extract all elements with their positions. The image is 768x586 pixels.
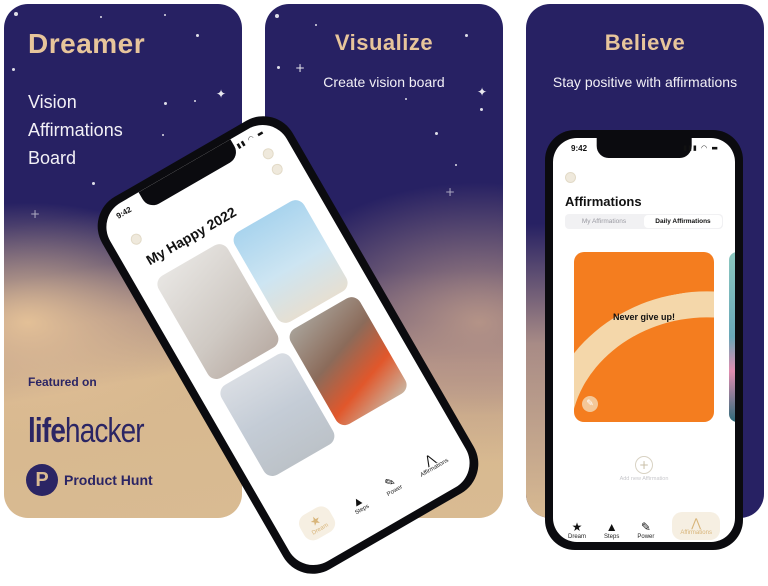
tab-label: Dream	[568, 534, 587, 540]
add-affirmation-label: Add new Affirmation	[619, 476, 669, 482]
segment-my-affirmations[interactable]: My Affirmations	[565, 214, 643, 229]
star	[92, 182, 95, 185]
share-icon[interactable]	[260, 146, 276, 162]
sparkle-icon: +	[445, 185, 456, 199]
featured-on-label: Featured on	[28, 375, 97, 389]
tab-bar: ★ Dream ▲ Steps ✎ Power ⋀ Affirmations	[559, 512, 729, 540]
phone-mockup-affirmations: 9:42 ▮▮▮ ◠ ▬ Affirmations My Affirmation…	[545, 130, 743, 550]
edit-icon[interactable]	[269, 161, 285, 177]
add-affirmation-button[interactable]: +	[635, 456, 653, 474]
star	[164, 14, 166, 16]
tab-dream[interactable]: ★ Dream	[295, 502, 339, 545]
next-affirmation-card[interactable]	[729, 252, 735, 422]
feature-affirmations: Affirmations	[28, 120, 123, 140]
tab-power[interactable]: ✎ Power	[379, 472, 404, 498]
producthunt-logo-icon: P	[26, 464, 58, 496]
segmented-control: My Affirmations Daily Affirmations	[565, 214, 723, 229]
status-time: 9:42	[571, 144, 588, 153]
status-time: 9:42	[114, 204, 134, 221]
star	[14, 12, 18, 16]
affirmations-icon: ⋀	[691, 516, 702, 530]
tab-label: Steps	[604, 534, 620, 540]
affirmation-text: Never give up!	[612, 312, 676, 322]
tab-steps[interactable]: ▲ Steps	[604, 520, 619, 540]
segment-daily-affirmations[interactable]: Daily Affirmations	[644, 215, 722, 228]
lifehacker-logo-part: life	[28, 412, 66, 450]
settings-icon[interactable]	[565, 172, 576, 183]
screen-title: Affirmations	[565, 194, 642, 209]
steps-icon: ▲	[605, 520, 618, 534]
settings-icon[interactable]	[128, 231, 144, 247]
star	[164, 102, 167, 105]
star	[435, 132, 438, 135]
edit-icon[interactable]: ✎	[582, 396, 598, 412]
background-glow	[526, 224, 546, 518]
star	[275, 14, 279, 18]
tab-label: Power	[637, 534, 655, 540]
star	[194, 100, 196, 102]
lifehacker-logo: lifehacker	[28, 412, 145, 451]
feature-board: Board	[28, 148, 77, 168]
panel-subtitle: Stay positive with affirmations	[552, 74, 738, 90]
tab-power[interactable]: ✎ Power	[637, 520, 654, 540]
phone-notch	[596, 138, 692, 158]
panel-subtitle: Create vision board	[323, 74, 445, 90]
sparkle-icon: ✦	[216, 87, 227, 101]
star	[277, 66, 280, 69]
star-icon: ★	[571, 520, 583, 534]
tab-affirmations[interactable]: ⋀ Affirmations	[672, 512, 720, 540]
status-icons: ▮▮▮ ◠ ▬	[683, 144, 719, 152]
star	[405, 98, 407, 100]
sparkle-icon: +	[295, 61, 306, 75]
magic-wand-icon: ✎	[640, 520, 651, 534]
star	[315, 24, 317, 26]
star	[12, 68, 15, 71]
producthunt-label: Product Hunt	[64, 472, 153, 488]
app-title: Dreamer	[28, 28, 146, 59]
tab-dream[interactable]: ★ Dream	[568, 520, 586, 540]
star	[196, 34, 199, 37]
tab-steps[interactable]: ▲ Steps	[347, 491, 371, 516]
lifehacker-logo-part: hacker	[65, 412, 145, 450]
star	[455, 164, 457, 166]
panel-title: Believe	[604, 30, 686, 55]
star	[162, 134, 164, 136]
status-icons: ▮▮ ◠ ▬	[235, 127, 266, 151]
star	[480, 108, 483, 111]
producthunt-badge: P Product Hunt	[26, 464, 153, 496]
star	[100, 16, 102, 18]
phone-screen: 9:42 ▮▮▮ ◠ ▬ Affirmations My Affirmation…	[553, 138, 735, 542]
tab-affirmations[interactable]: ⋀ Affirmations	[412, 446, 449, 479]
tab-label: Affirmations	[680, 530, 712, 536]
feature-vision: Vision	[28, 92, 77, 112]
panel-title: Visualize	[334, 30, 434, 55]
affirmation-card[interactable]: Never give up! ✎	[574, 252, 714, 422]
sparkle-icon: +	[30, 207, 41, 221]
